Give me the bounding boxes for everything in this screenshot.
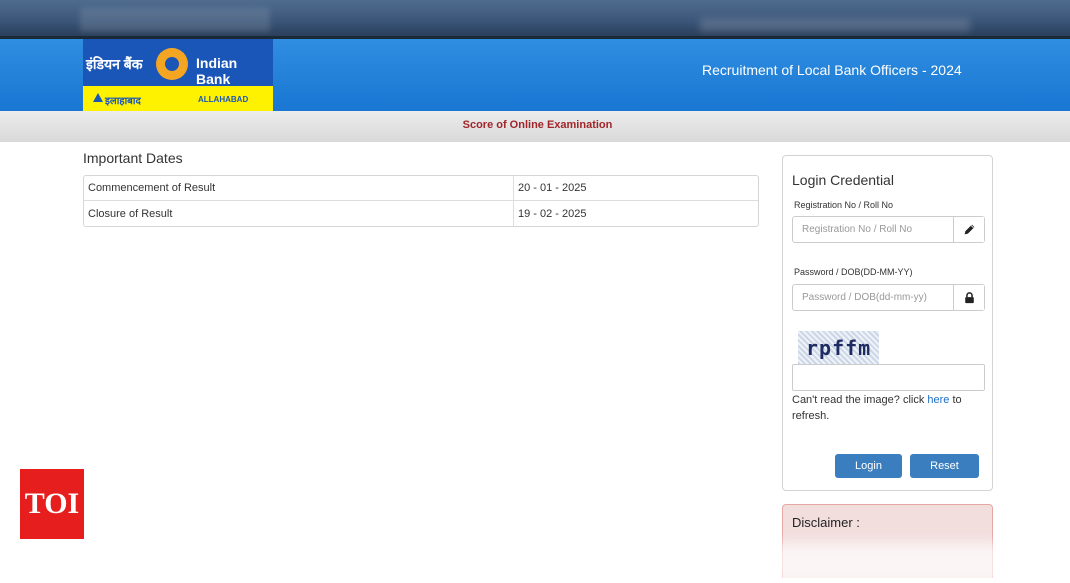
blurred-top-logo <box>80 8 270 32</box>
disclaimer-panel: Disclaimer : <box>773 504 1003 583</box>
logo-english-name: Indian Bank <box>196 55 238 87</box>
browser-top-strip <box>0 0 1070 36</box>
registration-input[interactable] <box>793 217 953 242</box>
blurred-top-text <box>700 18 970 32</box>
captcha-refresh-link[interactable]: here <box>927 394 949 406</box>
logo-allahabad-english: ALLAHABAD <box>198 95 249 104</box>
disclaimer-title: Disclaimer : <box>792 515 860 530</box>
date-value: 19 - 02 - 2025 <box>518 207 587 220</box>
bank-emblem-icon <box>156 48 188 80</box>
captcha-input[interactable] <box>792 364 985 391</box>
password-input[interactable] <box>793 285 953 310</box>
page-title: Recruitment of Local Bank Officers - 202… <box>702 62 962 78</box>
date-label: Commencement of Result <box>84 176 514 201</box>
logo-hindi-name: इंडियन बैंक <box>86 56 143 72</box>
captcha-image: rpffm <box>798 331 879 364</box>
login-panel: Login Credential Registration No / Roll … <box>782 155 993 491</box>
captcha-text: rpffm <box>806 336 872 360</box>
password-field <box>792 284 985 311</box>
subheader-title: Score of Online Examination <box>462 119 613 131</box>
allahabad-triangle-icon <box>93 93 103 102</box>
date-label: Closure of Result <box>84 201 514 226</box>
password-label: Password / DOB(DD-MM-YY) <box>794 267 913 277</box>
date-value: 20 - 01 - 2025 <box>514 176 758 201</box>
logo-allahabad-hindi: इलाहाबाद <box>105 96 141 107</box>
table-row: Closure of Result 19 - 02 - 2025 <box>84 201 758 226</box>
important-dates-heading: Important Dates <box>83 150 183 166</box>
captcha-help: Can't read the image? click here to refr… <box>792 392 987 424</box>
pencil-icon <box>953 217 984 242</box>
important-dates-table: Commencement of Result 20 - 01 - 2025 Cl… <box>83 175 759 227</box>
captcha-help-prefix: Can't read the image? click <box>792 394 928 406</box>
reset-button[interactable]: Reset <box>910 454 979 478</box>
login-button[interactable]: Login <box>835 454 902 478</box>
toi-watermark-logo: TOI <box>20 469 84 539</box>
login-title: Login Credential <box>792 172 894 188</box>
table-row: Commencement of Result 20 - 01 - 2025 <box>84 176 758 201</box>
indian-bank-logo: इंडियन बैंक Indian Bank इलाहाबाद ALLAHAB… <box>83 39 273 111</box>
registration-label: Registration No / Roll No <box>794 200 894 210</box>
disclaimer-blurred-content <box>773 543 1003 583</box>
registration-field <box>792 216 985 243</box>
lock-icon <box>953 285 984 310</box>
